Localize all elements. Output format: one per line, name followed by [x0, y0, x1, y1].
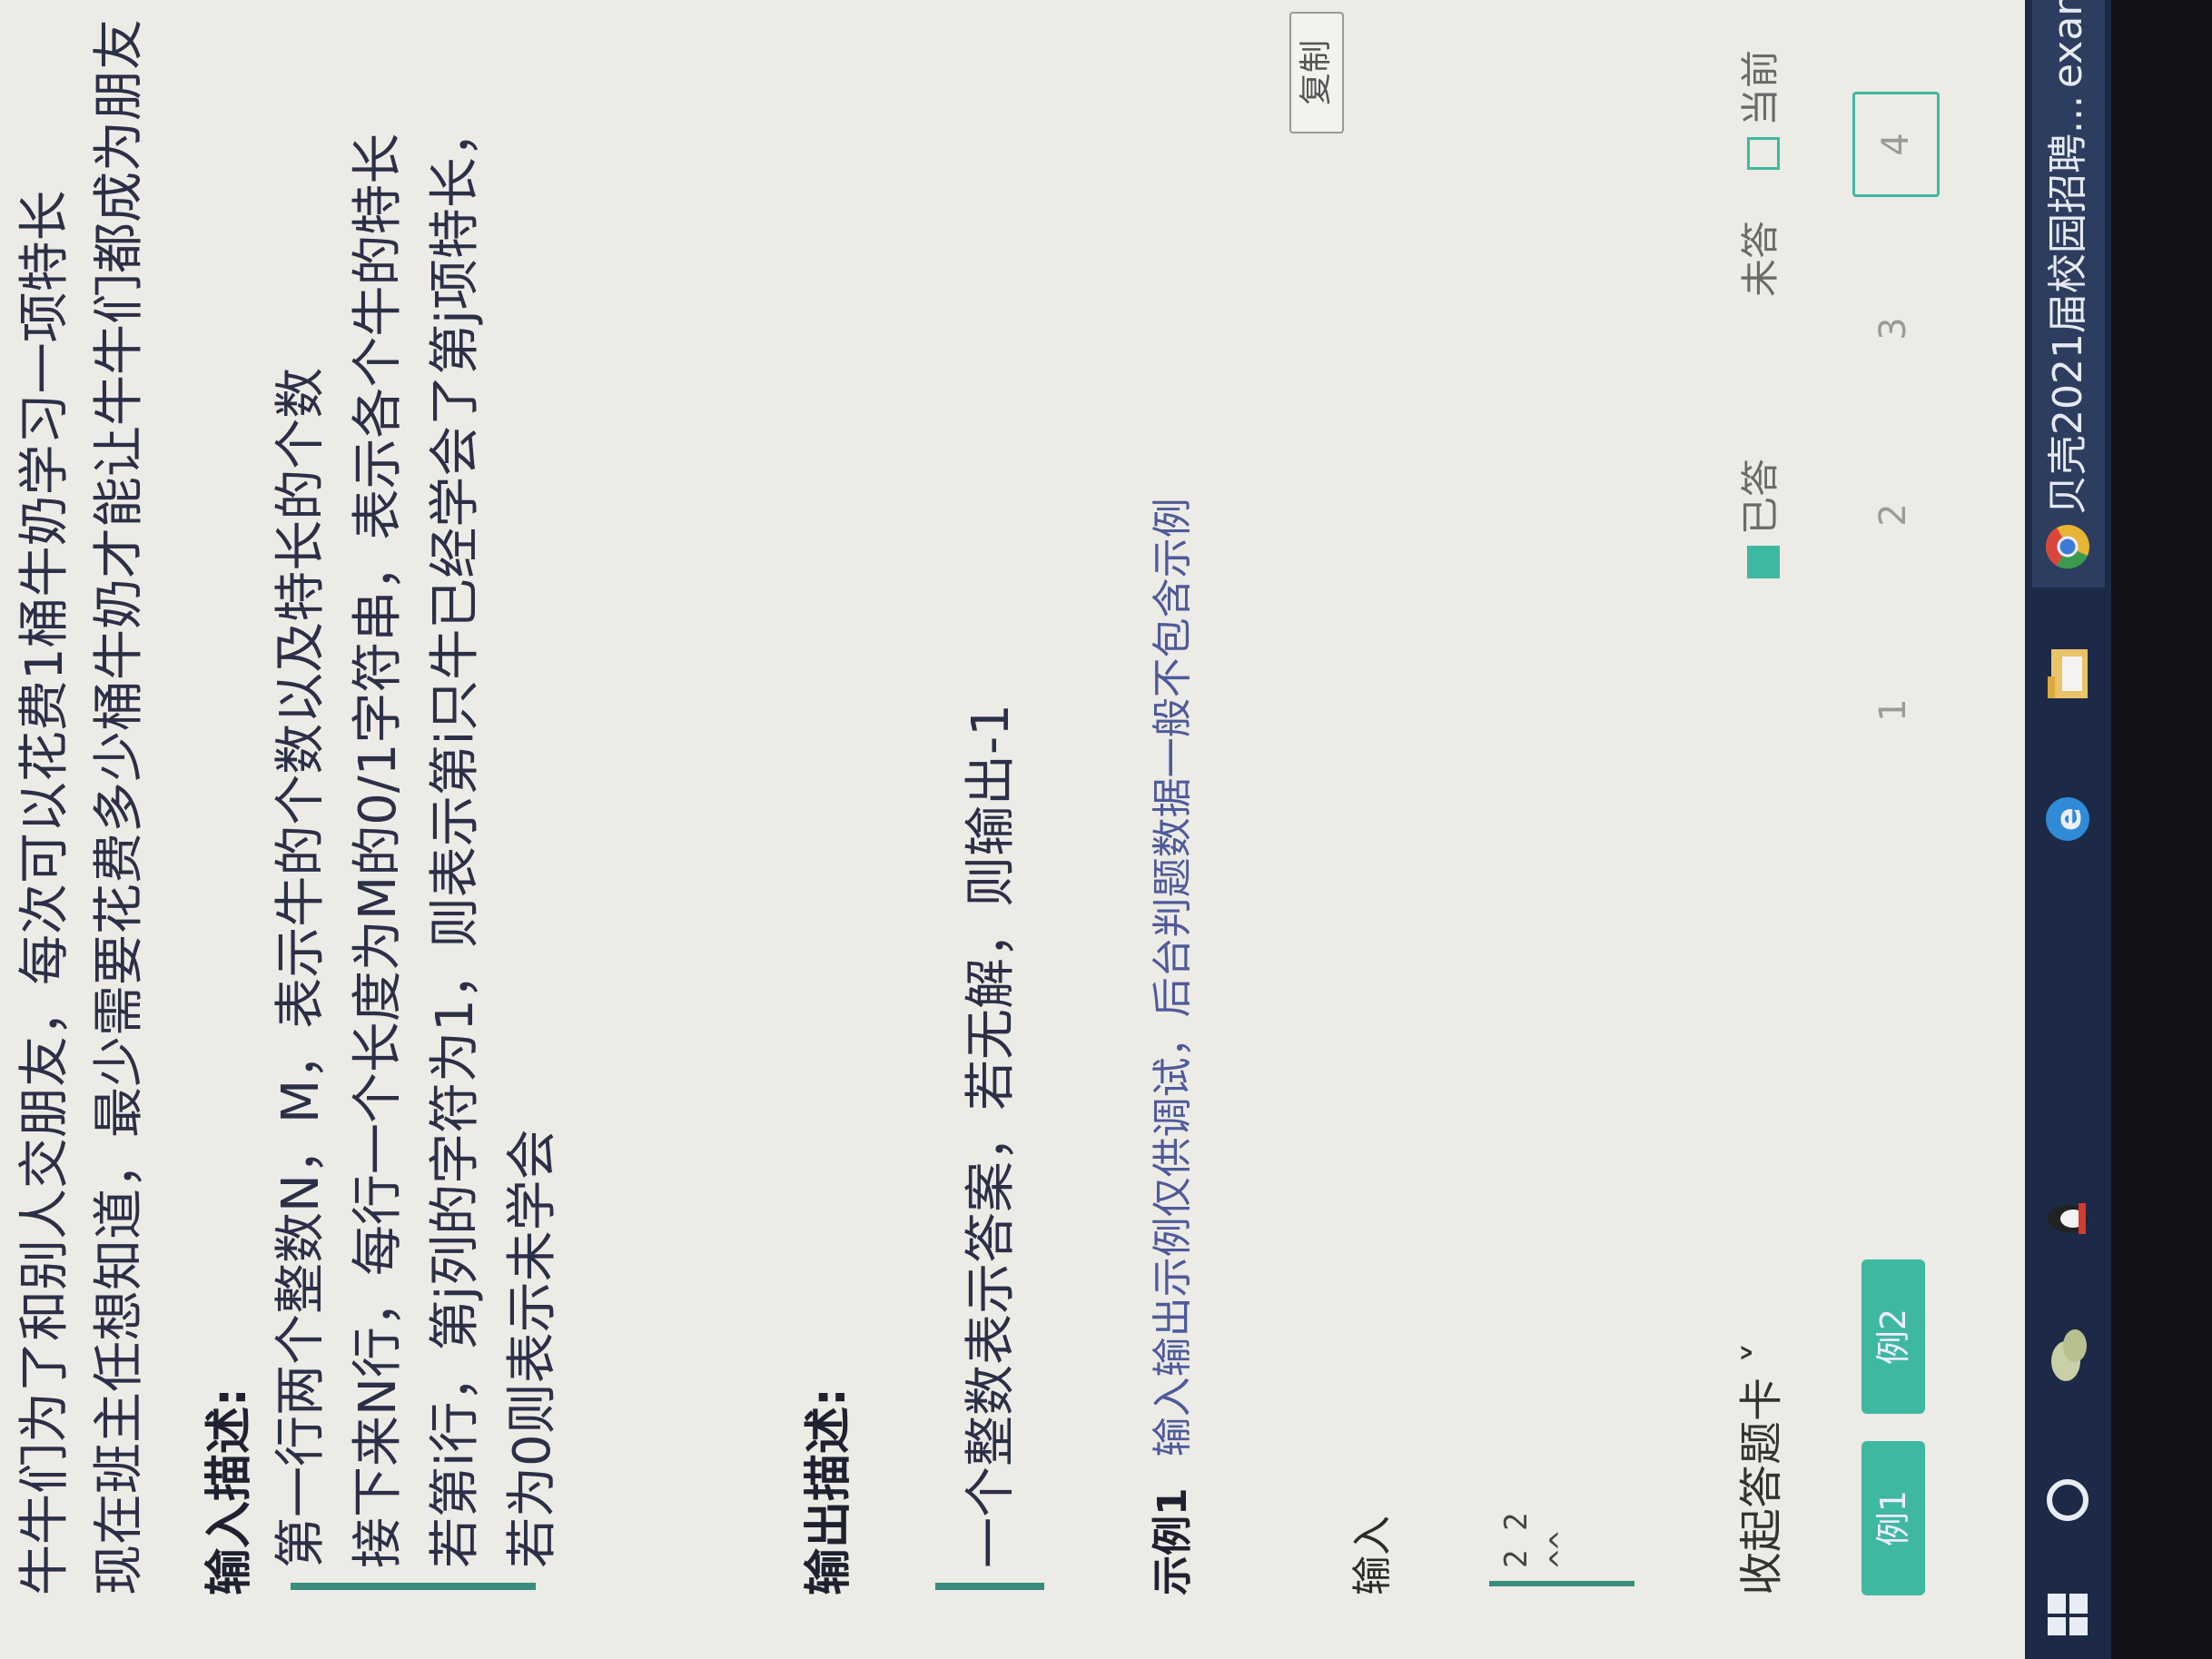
example-input-bar [1489, 1581, 1634, 1586]
legend-answered-label: 已答 [1738, 458, 1782, 535]
example-input-line-2: ^^ [1544, 1531, 1580, 1568]
tab-example-2[interactable]: 例2 [1861, 1259, 1925, 1414]
svg-text:e: e [2049, 807, 2089, 831]
collapse-answer-card-toggle[interactable]: 收起答题卡 ˅ [1725, 1342, 1789, 1595]
second-task-label: exam.n [2045, 0, 2091, 88]
input-line-1: 第一行两个整数N，M，表示牛的个数以及特长的个数 [272, 367, 331, 1568]
exam-page: 牛牛们为了和别人交朋友，每次可以花费1桶牛奶学习一项特长 现在班主任想知道，最少… [0, 0, 2025, 1659]
question-number-3[interactable]: 3 [1852, 288, 1934, 370]
file-explorer-icon[interactable] [2039, 642, 2098, 706]
legend-unanswered-label: 未答 [1738, 220, 1782, 297]
copy-button[interactable]: 复制 [1289, 12, 1344, 133]
question-number-4[interactable]: 4 [1852, 92, 1940, 197]
windows-taskbar: e 贝壳2021届校园招聘... exam.n [2025, 0, 2111, 1659]
output-description-title: 输出描述: [802, 1387, 856, 1595]
input-line-4: 若为0则表示未学会 [503, 1129, 562, 1568]
question-number-1[interactable]: 1 [1852, 669, 1934, 751]
example-header: 示例1 输入输出示例仅供调试，后台判题数据一般不包含示例 [1140, 498, 1198, 1595]
intro-line-2: 现在班主任想知道，最少需要花费多少桶牛奶才能让牛牛们都成为朋友 [90, 19, 149, 1595]
question-number-2[interactable]: 2 [1852, 474, 1934, 556]
input-line-2: 接下来N行，每行一个长度为M的0/1字符串，表示各个牛的特长 [349, 133, 408, 1568]
taskbar-active-chrome-task[interactable]: 贝壳2021届校园招聘... [2032, 28, 2105, 588]
answered-swatch [1746, 546, 1780, 578]
tab-example-1[interactable]: 例1 [1861, 1441, 1925, 1595]
current-swatch [1746, 137, 1780, 170]
legend-answered: 已答 [1730, 459, 1785, 578]
legend-current-label: 当前 [1738, 49, 1782, 126]
intro-line-1: 牛牛们为了和别人交朋友，每次可以花费1桶牛奶学习一项特长 [15, 190, 74, 1595]
wechat-icon[interactable] [2039, 1323, 2098, 1387]
qq-penguin-icon[interactable] [2039, 1187, 2098, 1250]
monitor-bezel [2111, 0, 2212, 1659]
example-title: 示例1 [1150, 1487, 1196, 1595]
output-line-1: 一个整数表示答案，若无解，则输出-1 [962, 704, 1021, 1568]
example-note: 输入输出示例仅供调试，后台判题数据一般不包含示例 [1150, 498, 1196, 1457]
output-quote-bar [935, 1583, 1044, 1590]
input-description-title: 输入描述: [202, 1387, 257, 1595]
taskbar-second-task[interactable]: exam.n [2032, 0, 2105, 97]
input-quote-bar [291, 1583, 536, 1590]
example-input-label: 输入 [1349, 1516, 1396, 1595]
active-task-label: 贝壳2021届校园招聘... [2045, 95, 2091, 515]
legend-unanswered: 未答 [1730, 221, 1785, 297]
legend-current: 当前 [1730, 50, 1785, 170]
example-input-line-1: 2 2 [1498, 1512, 1535, 1568]
edge-icon[interactable]: e [2039, 787, 2098, 851]
windows-start-icon[interactable] [2039, 1586, 2098, 1641]
cortana-circle-icon[interactable] [2039, 1473, 2098, 1527]
photo-stage: 牛牛们为了和别人交朋友，每次可以花费1桶牛奶学习一项特长 现在班主任想知道，最少… [0, 0, 2212, 1659]
rotated-screen: 牛牛们为了和别人交朋友，每次可以花费1桶牛奶学习一项特长 现在班主任想知道，最少… [0, 0, 2212, 1659]
input-line-3: 若第i行，第j列的字符为1，则表示第i只牛已经学会了第j项特长， [426, 106, 485, 1568]
chrome-icon [2039, 519, 2098, 574]
